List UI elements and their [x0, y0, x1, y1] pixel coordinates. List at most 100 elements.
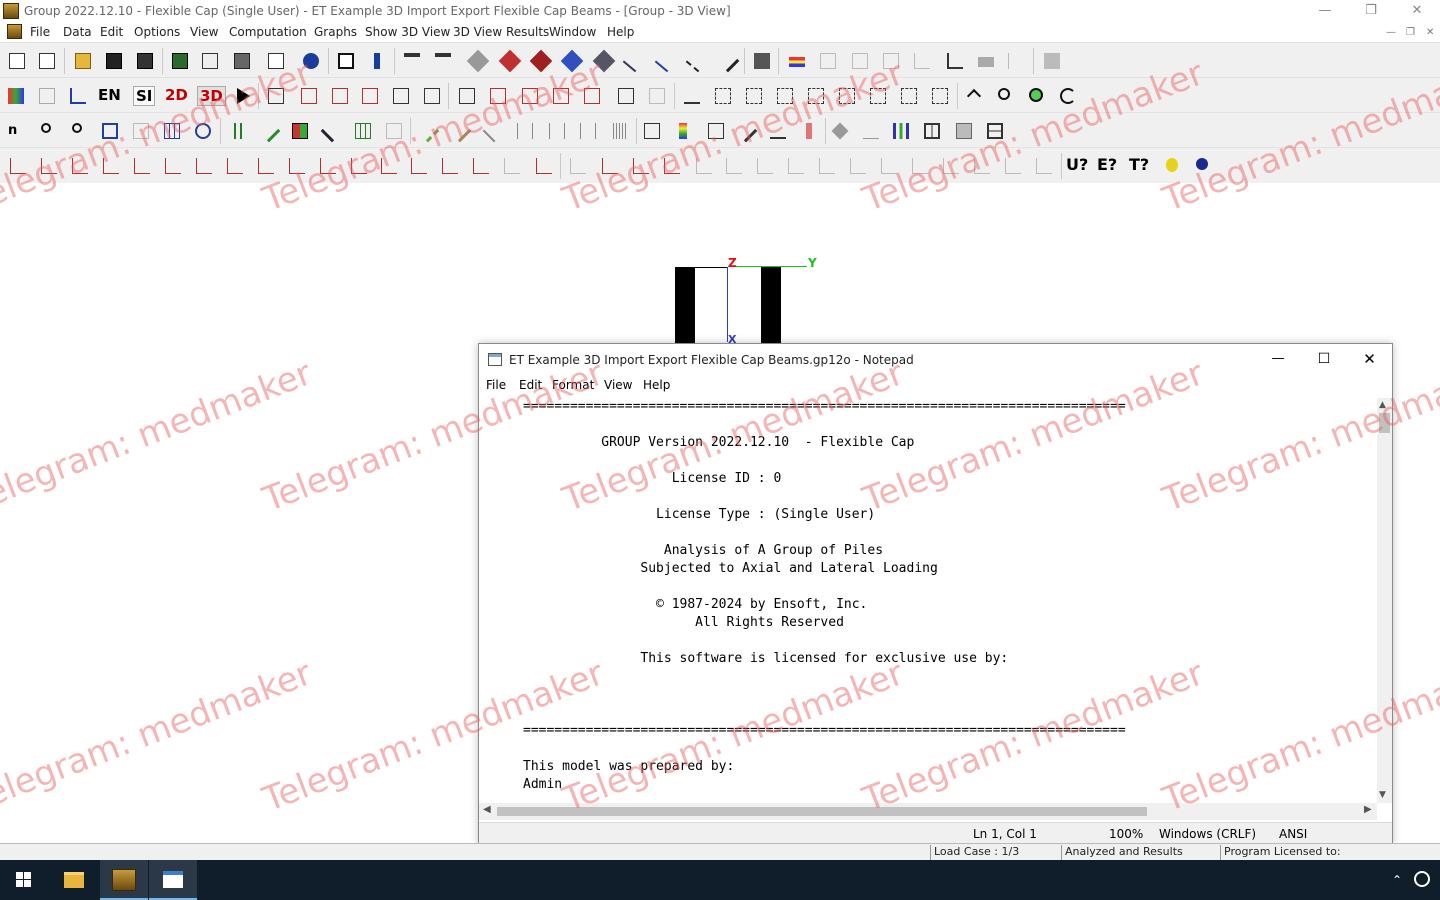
cap-button[interactable] [334, 49, 358, 73]
move-icon[interactable] [962, 84, 986, 108]
rotate-view-button[interactable] [191, 119, 215, 143]
pin2-button[interactable] [66, 119, 90, 143]
page-button[interactable] [455, 84, 479, 108]
help-e-button[interactable]: E? [1097, 155, 1117, 174]
save-results-button[interactable] [168, 49, 192, 73]
notepad-menu-file[interactable]: File [486, 378, 506, 392]
grid-blue-button[interactable] [160, 119, 184, 143]
layout-split-button[interactable] [983, 119, 1007, 143]
previous-case-button[interactable] [389, 84, 413, 108]
menu-edit[interactable]: Edit [100, 25, 123, 39]
dashed-diagonal-button[interactable] [416, 119, 440, 143]
menu-help[interactable]: Help [607, 25, 634, 39]
export-button[interactable] [264, 49, 288, 73]
horizontal-scrollbar[interactable]: ◀ ▶ [479, 803, 1377, 820]
save-button[interactable] [102, 49, 126, 73]
flip-button[interactable] [897, 84, 921, 108]
update-icon[interactable] [1190, 154, 1214, 178]
wrench-icon[interactable] [716, 49, 740, 73]
mirror-button[interactable] [928, 84, 952, 108]
menu-window[interactable]: Window [549, 25, 596, 39]
result-vz-button[interactable] [161, 154, 185, 178]
beam-diagonal-button[interactable] [448, 119, 472, 143]
load-bar-button[interactable] [797, 119, 821, 143]
scroll-left-icon[interactable]: ◀ [483, 804, 491, 815]
node-tool-button[interactable] [466, 49, 490, 73]
zoom-green-icon[interactable] [1025, 84, 1049, 108]
scroll-right-icon[interactable]: ▶ [1364, 804, 1372, 815]
diagonal-green-button[interactable] [257, 119, 281, 143]
set-tb-button[interactable] [879, 49, 903, 73]
print-preview-button[interactable] [750, 49, 774, 73]
dim-h-button[interactable] [513, 119, 537, 143]
grid-pile-button[interactable] [226, 119, 250, 143]
help-t-button[interactable]: T? [1129, 155, 1149, 174]
k33-cap-button[interactable] [939, 154, 963, 178]
print-button[interactable] [230, 49, 254, 73]
refresh-icon[interactable] [1056, 84, 1080, 108]
rotate-disabled-button[interactable] [129, 119, 153, 143]
node-number-button[interactable]: n [4, 119, 28, 143]
set-arrow-button[interactable] [1004, 49, 1028, 73]
result-d-button[interactable] [377, 154, 401, 178]
s-button[interactable] [580, 84, 604, 108]
cross-section-button[interactable] [704, 119, 728, 143]
k66-cap-button[interactable] [1032, 154, 1056, 178]
dim-h2-button[interactable] [545, 119, 569, 143]
result-rz-button[interactable] [223, 154, 247, 178]
result-eiy-button[interactable] [285, 154, 309, 178]
diagonal-blue-button[interactable] [320, 119, 344, 143]
pile-head-button[interactable] [365, 49, 389, 73]
notepad-menu-format[interactable]: Format [552, 378, 594, 392]
menu-3d-view-results[interactable]: 3D View Results [453, 25, 549, 39]
notepad-maximize-icon[interactable]: ☐ [1301, 344, 1347, 376]
rotate-x-button[interactable] [711, 84, 735, 108]
scroll-down-icon[interactable]: ▼ [1379, 790, 1386, 800]
mesh-disabled-button[interactable] [382, 119, 406, 143]
color-bar-button[interactable] [672, 119, 696, 143]
new-file-button[interactable] [5, 49, 29, 73]
notepad-minimize-icon[interactable]: — [1255, 344, 1301, 376]
case-button[interactable] [297, 84, 321, 108]
k44-cap-button[interactable] [970, 154, 994, 178]
result-pmz-button[interactable] [347, 154, 371, 178]
layout-grid-button[interactable] [920, 119, 944, 143]
lpile-button[interactable] [4, 84, 28, 108]
o-button[interactable] [549, 84, 573, 108]
line-blue-button[interactable] [654, 49, 678, 73]
next-case-button[interactable] [420, 84, 444, 108]
result-v-button[interactable] [438, 154, 462, 178]
group-app-icon[interactable] [3, 3, 19, 19]
bar-chart-button[interactable] [889, 119, 913, 143]
help-u-button[interactable]: U? [1066, 155, 1088, 174]
save-as-button[interactable] [133, 49, 157, 73]
notepad-menu-help[interactable]: Help [643, 378, 670, 392]
menu-file[interactable]: File [30, 25, 50, 39]
dim-h3-button[interactable] [576, 119, 600, 143]
dim-multi-button[interactable] [607, 119, 631, 143]
notepad-text-area[interactable]: ========================================… [479, 398, 1377, 803]
result-pm-button[interactable] [532, 154, 556, 178]
document-icon[interactable] [7, 24, 22, 39]
new-template-button[interactable] [35, 49, 59, 73]
taskbar-notepad[interactable] [149, 860, 197, 900]
close-icon[interactable]: ✕ [1394, 0, 1440, 22]
notepad-menu-view[interactable]: View [604, 378, 632, 392]
py-lpile-button[interactable] [35, 84, 59, 108]
mdi-close-icon[interactable]: ✕ [1426, 27, 1434, 38]
py-curve-button[interactable] [566, 154, 590, 178]
node-move-button[interactable] [529, 49, 553, 73]
notepad-menu-edit[interactable]: Edit [519, 378, 542, 392]
taskbar-file-explorer[interactable] [50, 860, 98, 900]
result-dy-button[interactable] [6, 154, 30, 178]
notepad-window[interactable]: ET Example 3D Import Export Flexible Cap… [478, 343, 1393, 845]
color-legend-button[interactable] [785, 49, 809, 73]
3d-view-button[interactable]: 3D [197, 86, 226, 106]
menu-show-3d-view[interactable]: Show 3D View [365, 25, 450, 39]
cross-button[interactable] [482, 119, 506, 143]
block-color-button[interactable] [288, 119, 312, 143]
rotate-yz-button[interactable] [835, 84, 859, 108]
menu-computation[interactable]: Computation [229, 25, 307, 39]
menu-view[interactable]: View [190, 25, 218, 39]
open-folder-button[interactable] [71, 49, 95, 73]
